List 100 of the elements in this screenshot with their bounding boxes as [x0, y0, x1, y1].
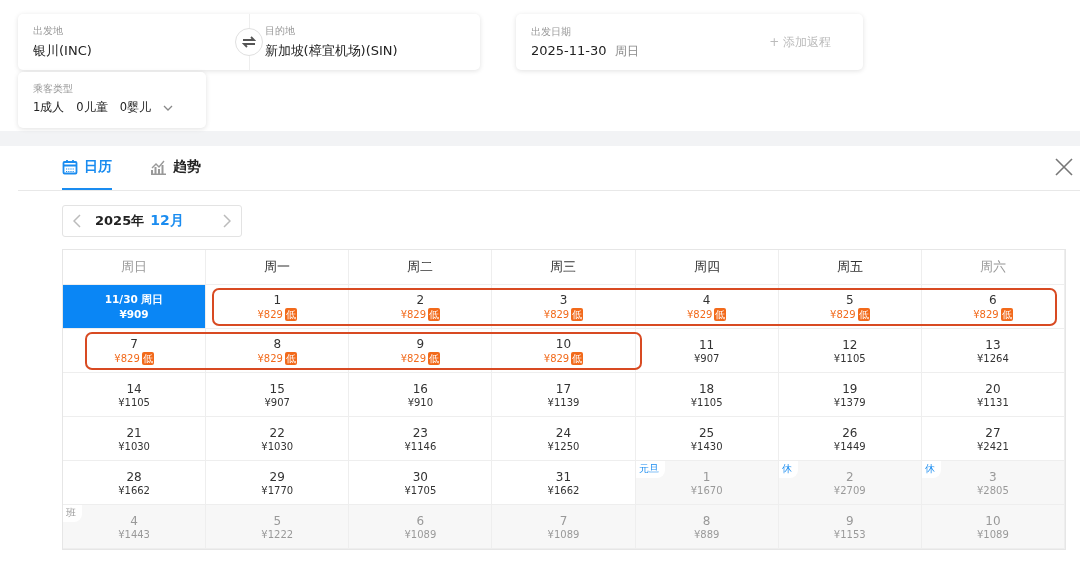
day-cell[interactable]: 7 ¥829 低 [63, 329, 207, 373]
price-text: ¥1670 [690, 484, 723, 496]
day-cell[interactable]: 1 ¥829 低 [206, 285, 350, 329]
day-cell[interactable]: 13 ¥1264 [921, 329, 1065, 373]
day-cell[interactable]: 22 ¥1030 [206, 417, 350, 461]
price-text: ¥829 [257, 352, 283, 364]
chart-icon [150, 159, 167, 175]
low-price-badge: 低 [714, 307, 727, 321]
day-number: 31 [555, 469, 572, 484]
day-cell[interactable]: 5 ¥829 低 [778, 285, 922, 329]
close-icon [1055, 158, 1073, 176]
day-number: 23 [412, 425, 428, 440]
day-number: 27 [985, 425, 1001, 440]
day-number: 11 [699, 337, 715, 352]
passenger-card[interactable]: 乘客类型 1成人 0儿童 0婴儿 [18, 72, 206, 128]
date-label: 出发日期 [531, 24, 572, 39]
day-number: 3 [559, 292, 568, 307]
price-text: ¥2709 [833, 484, 866, 496]
day-number: 19 [842, 381, 858, 396]
price-text: ¥1131 [977, 396, 1009, 408]
close-button[interactable] [1055, 158, 1073, 176]
tab[interactable]: 趋势 [150, 146, 201, 190]
price-text: ¥1105 [118, 396, 150, 408]
price-text: ¥1105 [833, 352, 866, 364]
day-number: 26 [842, 425, 858, 440]
day-cell[interactable]: 休 3 ¥2805 [921, 461, 1065, 505]
price-text: ¥1153 [833, 528, 866, 540]
price-text: ¥2805 [977, 484, 1009, 496]
day-cell[interactable]: 15 ¥907 [206, 373, 350, 417]
day-number: 1 [702, 469, 711, 484]
price-text: ¥829 [400, 352, 427, 364]
low-price-badge: 低 [1000, 307, 1013, 321]
day-cell[interactable]: 8 ¥829 低 [206, 329, 350, 373]
day-number: 4 [702, 292, 711, 307]
day-cell[interactable]: 14 ¥1105 [63, 373, 207, 417]
day-cell[interactable]: 休 2 ¥2709 [778, 461, 922, 505]
day-cell[interactable]: 12 ¥1105 [778, 329, 922, 373]
day-cell[interactable]: 11/30 周日 ¥909 [63, 285, 207, 329]
day-number: 12 [842, 337, 858, 352]
low-price-badge: 低 [284, 307, 297, 321]
destination-field[interactable]: 新加坡(樟宜机场)(SIN) [264, 42, 465, 60]
day-cell[interactable]: 11 ¥907 [635, 329, 779, 373]
low-price-badge: 低 [428, 307, 441, 321]
day-number: 17 [555, 381, 572, 396]
price-text: ¥829 [543, 352, 570, 364]
price-text: ¥1030 [118, 440, 150, 452]
day-cell[interactable]: 2 ¥829 低 [349, 285, 493, 329]
swap-button[interactable] [235, 28, 263, 56]
destination-label: 目的地 [264, 24, 296, 38]
day-cell[interactable]: 16 ¥910 [349, 373, 493, 417]
day-number: 15 [269, 381, 285, 396]
price-text: ¥1264 [977, 352, 1009, 364]
day-cell[interactable]: 4 ¥829 低 [635, 285, 779, 329]
weekday-header: 周一 [206, 250, 350, 285]
day-number: 18 [699, 381, 715, 396]
date-field[interactable]: 2025-11-30 [531, 42, 607, 58]
low-price-badge: 低 [428, 351, 441, 365]
price-text: ¥1705 [404, 484, 437, 496]
day-number: 20 [985, 381, 1001, 396]
day-cell[interactable]: 19 ¥1379 [778, 373, 922, 417]
holiday-tag: 班 [63, 505, 82, 522]
day-number: 10 [555, 336, 572, 351]
day-number: 3 [989, 469, 997, 484]
day-number: 4 [130, 513, 138, 528]
day-cell[interactable]: 3 ¥829 低 [492, 285, 636, 329]
price-text: ¥829 [257, 308, 283, 320]
origin-label: 出发地 [33, 24, 64, 38]
day-number: 8 [702, 513, 711, 528]
price-text: ¥1379 [833, 396, 866, 408]
price-text: ¥829 [830, 308, 856, 320]
day-cell[interactable]: 20 ¥1131 [921, 373, 1065, 417]
day-cell[interactable]: 21 ¥1030 [63, 417, 207, 461]
swap-icon [242, 36, 256, 48]
day-cell[interactable]: 24 ¥1250 [492, 417, 636, 461]
day-number: 2 [845, 469, 854, 484]
price-text: ¥1430 [690, 440, 723, 452]
chevron-left-icon [73, 214, 81, 228]
day-cell[interactable]: 9 ¥829 低 [349, 329, 493, 373]
day-cell[interactable]: 23 ¥1146 [349, 417, 493, 461]
price-text: ¥889 [693, 528, 720, 540]
price-text: ¥1449 [833, 440, 866, 452]
day-number: 21 [126, 425, 142, 440]
price-text: ¥1105 [690, 396, 723, 408]
chevron-right-icon [223, 214, 231, 228]
day-cell[interactable]: 6 ¥829 低 [921, 285, 1065, 329]
day-cell[interactable]: 18 ¥1105 [635, 373, 779, 417]
day-number: 1 [273, 292, 282, 307]
passenger-count: 0儿童 [76, 100, 108, 115]
day-cell[interactable]: 17 ¥1139 [492, 373, 636, 417]
day-number: 25 [699, 425, 715, 440]
price-text: ¥829 [973, 308, 999, 320]
day-number: 7 [130, 336, 138, 351]
day-cell[interactable]: 10 ¥829 低 [492, 329, 636, 373]
day-number: 6 [416, 513, 425, 528]
origin-field[interactable]: 银川(INC) [33, 42, 234, 60]
day-number: 29 [269, 469, 285, 484]
weekday-header: 周六 [921, 250, 1065, 285]
day-cell[interactable]: 元旦 1 ¥1670 [635, 461, 779, 505]
day-number: 22 [269, 425, 285, 440]
price-text: ¥2421 [977, 440, 1009, 452]
